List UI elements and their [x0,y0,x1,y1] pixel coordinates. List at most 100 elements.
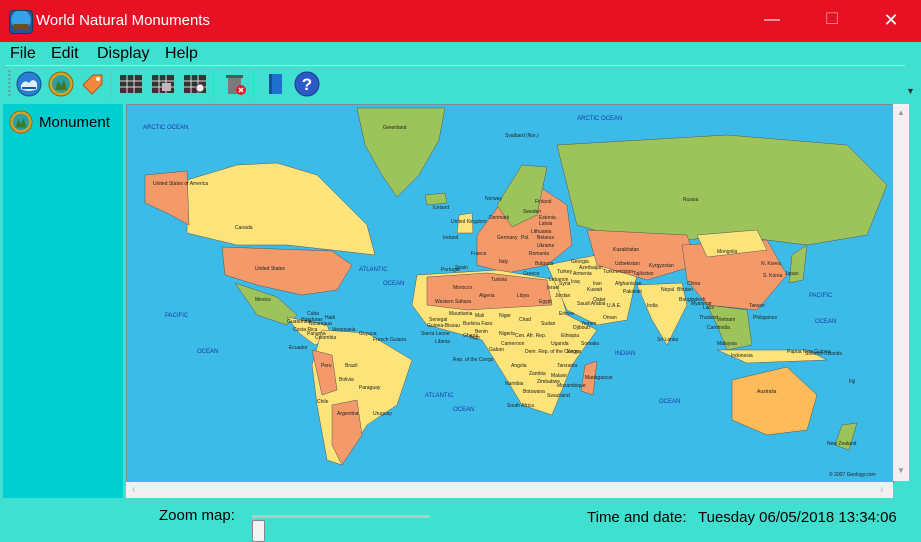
menu-file[interactable]: File [10,45,36,63]
table-search-button[interactable] [181,70,209,98]
toolbar-overflow-icon[interactable]: ▼ [906,86,915,96]
country-label: Italy [499,259,509,265]
country-label: Ecuador [289,345,308,351]
country-label: Niger [499,313,511,319]
country-label: Venezuela [332,327,356,333]
delete-button[interactable] [221,70,249,98]
table-button[interactable] [117,70,145,98]
toolbar-separator [213,71,214,97]
horizontal-scrollbar[interactable]: ‹ › [126,482,893,498]
monument-icon [9,110,33,134]
country-label: Fiji [849,379,855,385]
country-label: Russia [683,197,699,203]
country-label: Uganda [551,341,569,347]
tag-button[interactable] [79,70,107,98]
globe-icon [16,71,42,97]
country-label: Peru [321,363,332,369]
help-icon: ? [294,71,320,97]
menu-help[interactable]: Help [165,45,198,63]
country-label: Iraq [571,279,580,285]
app-globe-icon [9,10,33,34]
tree-item-monument[interactable]: Monument [9,110,110,134]
landmass-russia [556,134,888,246]
country-label: Kyrgyzstan [649,263,674,269]
country-label: Vietnam [717,317,735,323]
scroll-down-icon[interactable]: ▼ [897,466,905,475]
country-label: Nepal [661,287,674,293]
country-label: India [647,303,658,309]
help-button[interactable]: ? [293,70,321,98]
country-label: Mali [475,313,484,319]
scroll-left-icon[interactable]: ‹ [132,484,135,495]
ocean-label: OCEAN [197,349,218,355]
country-label: Japan [785,271,799,277]
country-label: Chile [317,399,329,405]
globe-button[interactable] [15,70,43,98]
ocean-label: OCEAN [659,399,680,405]
country-label: Romania [529,251,549,257]
scroll-right-icon[interactable]: › [880,484,883,495]
country-label: Israel [547,285,559,291]
sidebar: Monument [3,104,123,498]
country-label: Malaysia [717,341,737,347]
ocean-label: OCEAN [453,407,474,413]
country-label: Pol. [521,235,530,241]
country-label: Gabon [489,347,504,353]
ocean-label: PACIFIC [165,313,189,319]
close-button[interactable]: ✕ [876,9,906,31]
country-label: Norway [485,196,502,202]
delete-icon [226,75,246,95]
country-label: New Zealand [827,441,857,447]
scroll-up-icon[interactable]: ▲ [897,108,905,117]
country-label: Mexico [255,297,271,303]
country-label: Spain [455,265,468,271]
toolbar: ? [5,65,905,102]
svg-text:?: ? [302,75,312,94]
country-label: Jordan [555,293,571,299]
country-label: Cen. Afr. Rep. [515,333,546,339]
ocean-label: OCEAN [383,281,404,287]
book-icon [269,74,282,94]
country-label: Mozambique [557,383,586,389]
country-label: French Guiana [373,337,406,343]
country-label: South Africa [507,403,534,409]
maximize-button[interactable]: ☐ [817,9,847,31]
country-label: Eritrea [559,311,574,317]
table-icon [120,75,142,93]
country-label: Tunisia [491,277,507,283]
country-label: Angola [511,363,527,369]
status-bar: Zoom map: Time and date: Tuesday 06/05/2… [0,500,921,542]
monument-button[interactable] [47,70,75,98]
vertical-scrollbar[interactable]: ▲ ▼ [893,104,909,481]
zoom-slider[interactable] [252,515,430,542]
country-label: Ethiopia [561,333,579,339]
book-button[interactable] [261,70,289,98]
country-label: Denmark [489,215,510,221]
country-label: Solomon Islands [805,351,842,357]
country-label: Laos [703,305,714,311]
monument-icon [48,71,74,97]
country-label: Cameroon [501,341,525,347]
country-label: Argentina [337,411,359,417]
country-label: Turkey [557,269,573,275]
table-edit-button[interactable] [149,70,177,98]
minimize-button[interactable]: — [757,9,787,31]
country-label: Australia [757,389,777,395]
country-label: Tajikistan [633,271,654,277]
landmass-iceland [424,192,448,206]
ocean-label: PACIFIC [809,293,833,299]
country-label: Dem. Rep. of the Congo [525,349,579,355]
country-label: Germany [497,235,518,241]
country-label: Armenia [573,271,592,277]
zoom-slider-thumb[interactable] [252,520,265,542]
country-label: Latvia [539,221,553,227]
menu-edit[interactable]: Edit [51,45,79,63]
world-map[interactable]: ARCTIC OCEAN ARCTIC OCEAN PACIFIC OCEAN … [126,104,894,483]
country-label: Togo [469,335,480,341]
country-label: China [687,281,700,287]
country-label: Zambia [529,371,546,377]
country-label: Finland [535,199,552,205]
country-label: Burkina Faso [463,321,493,327]
toolbar-grip-icon[interactable] [8,70,11,98]
menu-display[interactable]: Display [97,45,149,63]
